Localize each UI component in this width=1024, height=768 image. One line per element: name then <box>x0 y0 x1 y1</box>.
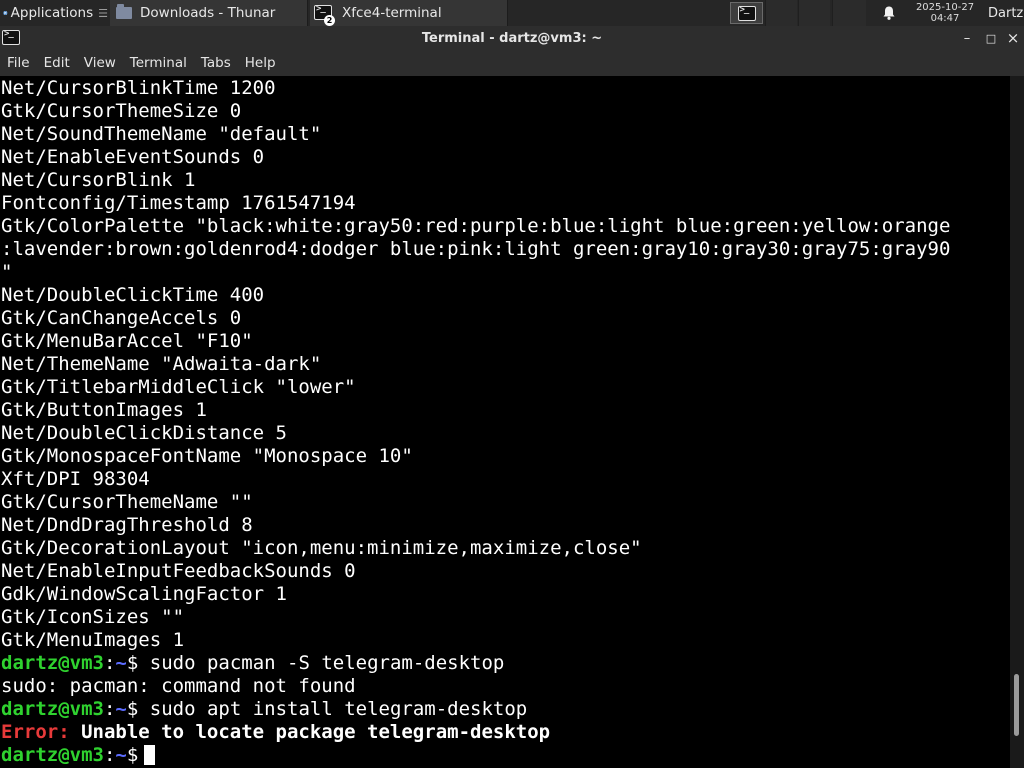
terminal-command-line: dartz@vm3:~$ sudo apt install telegram-d… <box>1 698 950 721</box>
scrollbar-thumb[interactable] <box>1014 674 1019 737</box>
clock-date: 2025-10-27 <box>915 2 975 13</box>
prompt-symbol: $ <box>126 698 150 720</box>
tray-slot-3[interactable] <box>832 0 866 26</box>
terminal-lines: Net/CursorBlinkTime 1200 Gtk/CursorThemeS… <box>1 77 950 767</box>
taskbar-item-thunar[interactable]: Downloads - Thunar <box>110 0 308 26</box>
taskbar-item-terminal[interactable]: 2 Xfce4-terminal <box>310 0 508 26</box>
top-panel: Applications ☰ Downloads - Thunar 2 Xfce… <box>0 0 1024 26</box>
terminal-output-line: " <box>1 261 13 283</box>
panel-spacer <box>508 0 728 26</box>
terminal-output-line: Gdk/WindowScalingFactor 1 <box>1 583 287 605</box>
command-text: sudo pacman -S telegram-desktop <box>149 652 505 674</box>
window-title: Terminal - dartz@vm3: ~ <box>421 31 603 46</box>
prompt-user-host: dartz@vm3 <box>1 698 104 720</box>
menu-terminal[interactable]: Terminal <box>123 51 194 76</box>
terminal-output-line: Gtk/ColorPalette "black:white:gray50:red… <box>1 215 951 237</box>
bell-icon <box>883 6 895 20</box>
menubar: File Edit View Terminal Tabs Help <box>0 51 1024 76</box>
prompt-separator: : <box>103 698 116 720</box>
terminal-output-line: sudo: pacman: command not found <box>1 675 356 697</box>
prompt-separator: : <box>103 744 116 766</box>
terminal-launcher-button[interactable] <box>730 2 763 24</box>
error-label: Error: <box>1 721 70 743</box>
menu-edit[interactable]: Edit <box>37 51 77 76</box>
terminal-output-line: Gtk/DecorationLayout "icon,menu:minimize… <box>1 537 642 559</box>
terminal-output-line: Gtk/MenuBarAccel "F10" <box>1 330 253 352</box>
terminal-launcher-icon <box>737 5 756 21</box>
error-message: Unable to locate package telegram-deskto… <box>69 721 551 743</box>
clock-time: 04:47 <box>930 13 960 24</box>
terminal-output-line: Net/CursorBlinkTime 1200 <box>1 77 276 99</box>
prompt-path: ~ <box>115 744 127 766</box>
terminal-prompt-line: dartz@vm3:~$ <box>1 744 950 767</box>
menu-help[interactable]: Help <box>238 51 283 76</box>
clock[interactable]: 2025-10-27 04:47 <box>906 0 984 26</box>
text-cursor <box>144 745 156 765</box>
tray-slot-2[interactable] <box>798 0 830 26</box>
applications-label: Applications <box>10 5 94 21</box>
window-terminal-icon[interactable] <box>2 29 20 45</box>
prompt-user-host: dartz@vm3 <box>1 652 104 674</box>
terminal-output-line: Gtk/CursorThemeSize 0 <box>1 100 242 122</box>
terminal-output-line: Gtk/MenuImages 1 <box>1 629 185 651</box>
close-button[interactable]: × <box>1002 26 1024 51</box>
applications-menu-icon: ☰ <box>98 6 108 20</box>
notifications-button[interactable] <box>875 0 903 26</box>
taskbar-item-label: Downloads - Thunar <box>140 5 276 21</box>
terminal-output-line: Net/EnableEventSounds 0 <box>1 146 265 168</box>
prompt-user-host: dartz@vm3 <box>1 744 104 766</box>
terminal-output-area[interactable]: Net/CursorBlinkTime 1200 Gtk/CursorThemeS… <box>0 76 1010 768</box>
window-titlebar[interactable]: Terminal - dartz@vm3: ~ – □ × <box>0 26 1024 51</box>
xfce-logo-icon <box>3 10 8 16</box>
terminal-output-line: Gtk/ButtonImages 1 <box>1 399 207 421</box>
terminal-output-line: Gtk/CursorThemeName "" <box>1 491 253 513</box>
prompt-symbol: $ <box>126 652 150 674</box>
terminal-output-line: Xft/DPI 98304 <box>1 468 150 490</box>
prompt-path: ~ <box>115 652 127 674</box>
prompt-path: ~ <box>115 698 127 720</box>
command-text: sudo apt install telegram-desktop <box>149 698 528 720</box>
terminal-output-line: Net/DoubleClickTime 400 <box>1 284 265 306</box>
terminal-command-line: dartz@vm3:~$ sudo pacman -S telegram-des… <box>1 652 950 675</box>
terminal-output-line: :lavender:brown:goldenrod4:dodger blue:p… <box>1 238 951 260</box>
maximize-button[interactable]: □ <box>980 26 1002 51</box>
tray-slot-1[interactable] <box>765 0 797 26</box>
terminal-output-line: Net/EnableInputFeedbackSounds 0 <box>1 560 356 582</box>
terminal-output-line: Gtk/CanChangeAccels 0 <box>1 307 242 329</box>
terminal-output-line: Net/SoundThemeName "default" <box>1 123 322 145</box>
terminal-output-line: Fontconfig/Timestamp 1761547194 <box>1 192 356 214</box>
terminal-scrollbar[interactable] <box>1010 76 1024 768</box>
prompt-separator: : <box>103 652 116 674</box>
taskbar-item-label: Xfce4-terminal <box>342 5 442 21</box>
terminal-task-icon-wrap: 2 <box>314 4 335 26</box>
user-name-label: Dartz <box>988 5 1024 21</box>
terminal-output-line: Gtk/TitlebarMiddleClick "lower" <box>1 376 356 398</box>
terminal-output-line: Net/DoubleClickDistance 5 <box>1 422 287 444</box>
minimize-button[interactable]: – <box>956 26 978 51</box>
user-menu-button[interactable]: Dartz <box>986 0 1024 26</box>
prompt-symbol: $ <box>126 744 139 766</box>
menu-file[interactable]: File <box>0 51 37 76</box>
terminal-error-line: Error: Unable to locate package telegram… <box>1 721 950 744</box>
terminal-output-line: Net/CursorBlink 1 <box>1 169 196 191</box>
applications-menu-button[interactable]: Applications ☰ <box>0 0 108 26</box>
menu-view[interactable]: View <box>77 51 123 76</box>
terminal-output-line: Gtk/MonospaceFontName "Monospace 10" <box>1 445 413 467</box>
folder-icon <box>116 4 132 19</box>
terminal-output-line: Net/ThemeName "Adwaita-dark" <box>1 353 322 375</box>
terminal-output-line: Gtk/IconSizes "" <box>1 606 185 628</box>
terminal-output-line: Net/DndDragThreshold 8 <box>1 514 253 536</box>
menu-tabs[interactable]: Tabs <box>194 51 238 76</box>
window-count-badge: 2 <box>324 15 335 26</box>
